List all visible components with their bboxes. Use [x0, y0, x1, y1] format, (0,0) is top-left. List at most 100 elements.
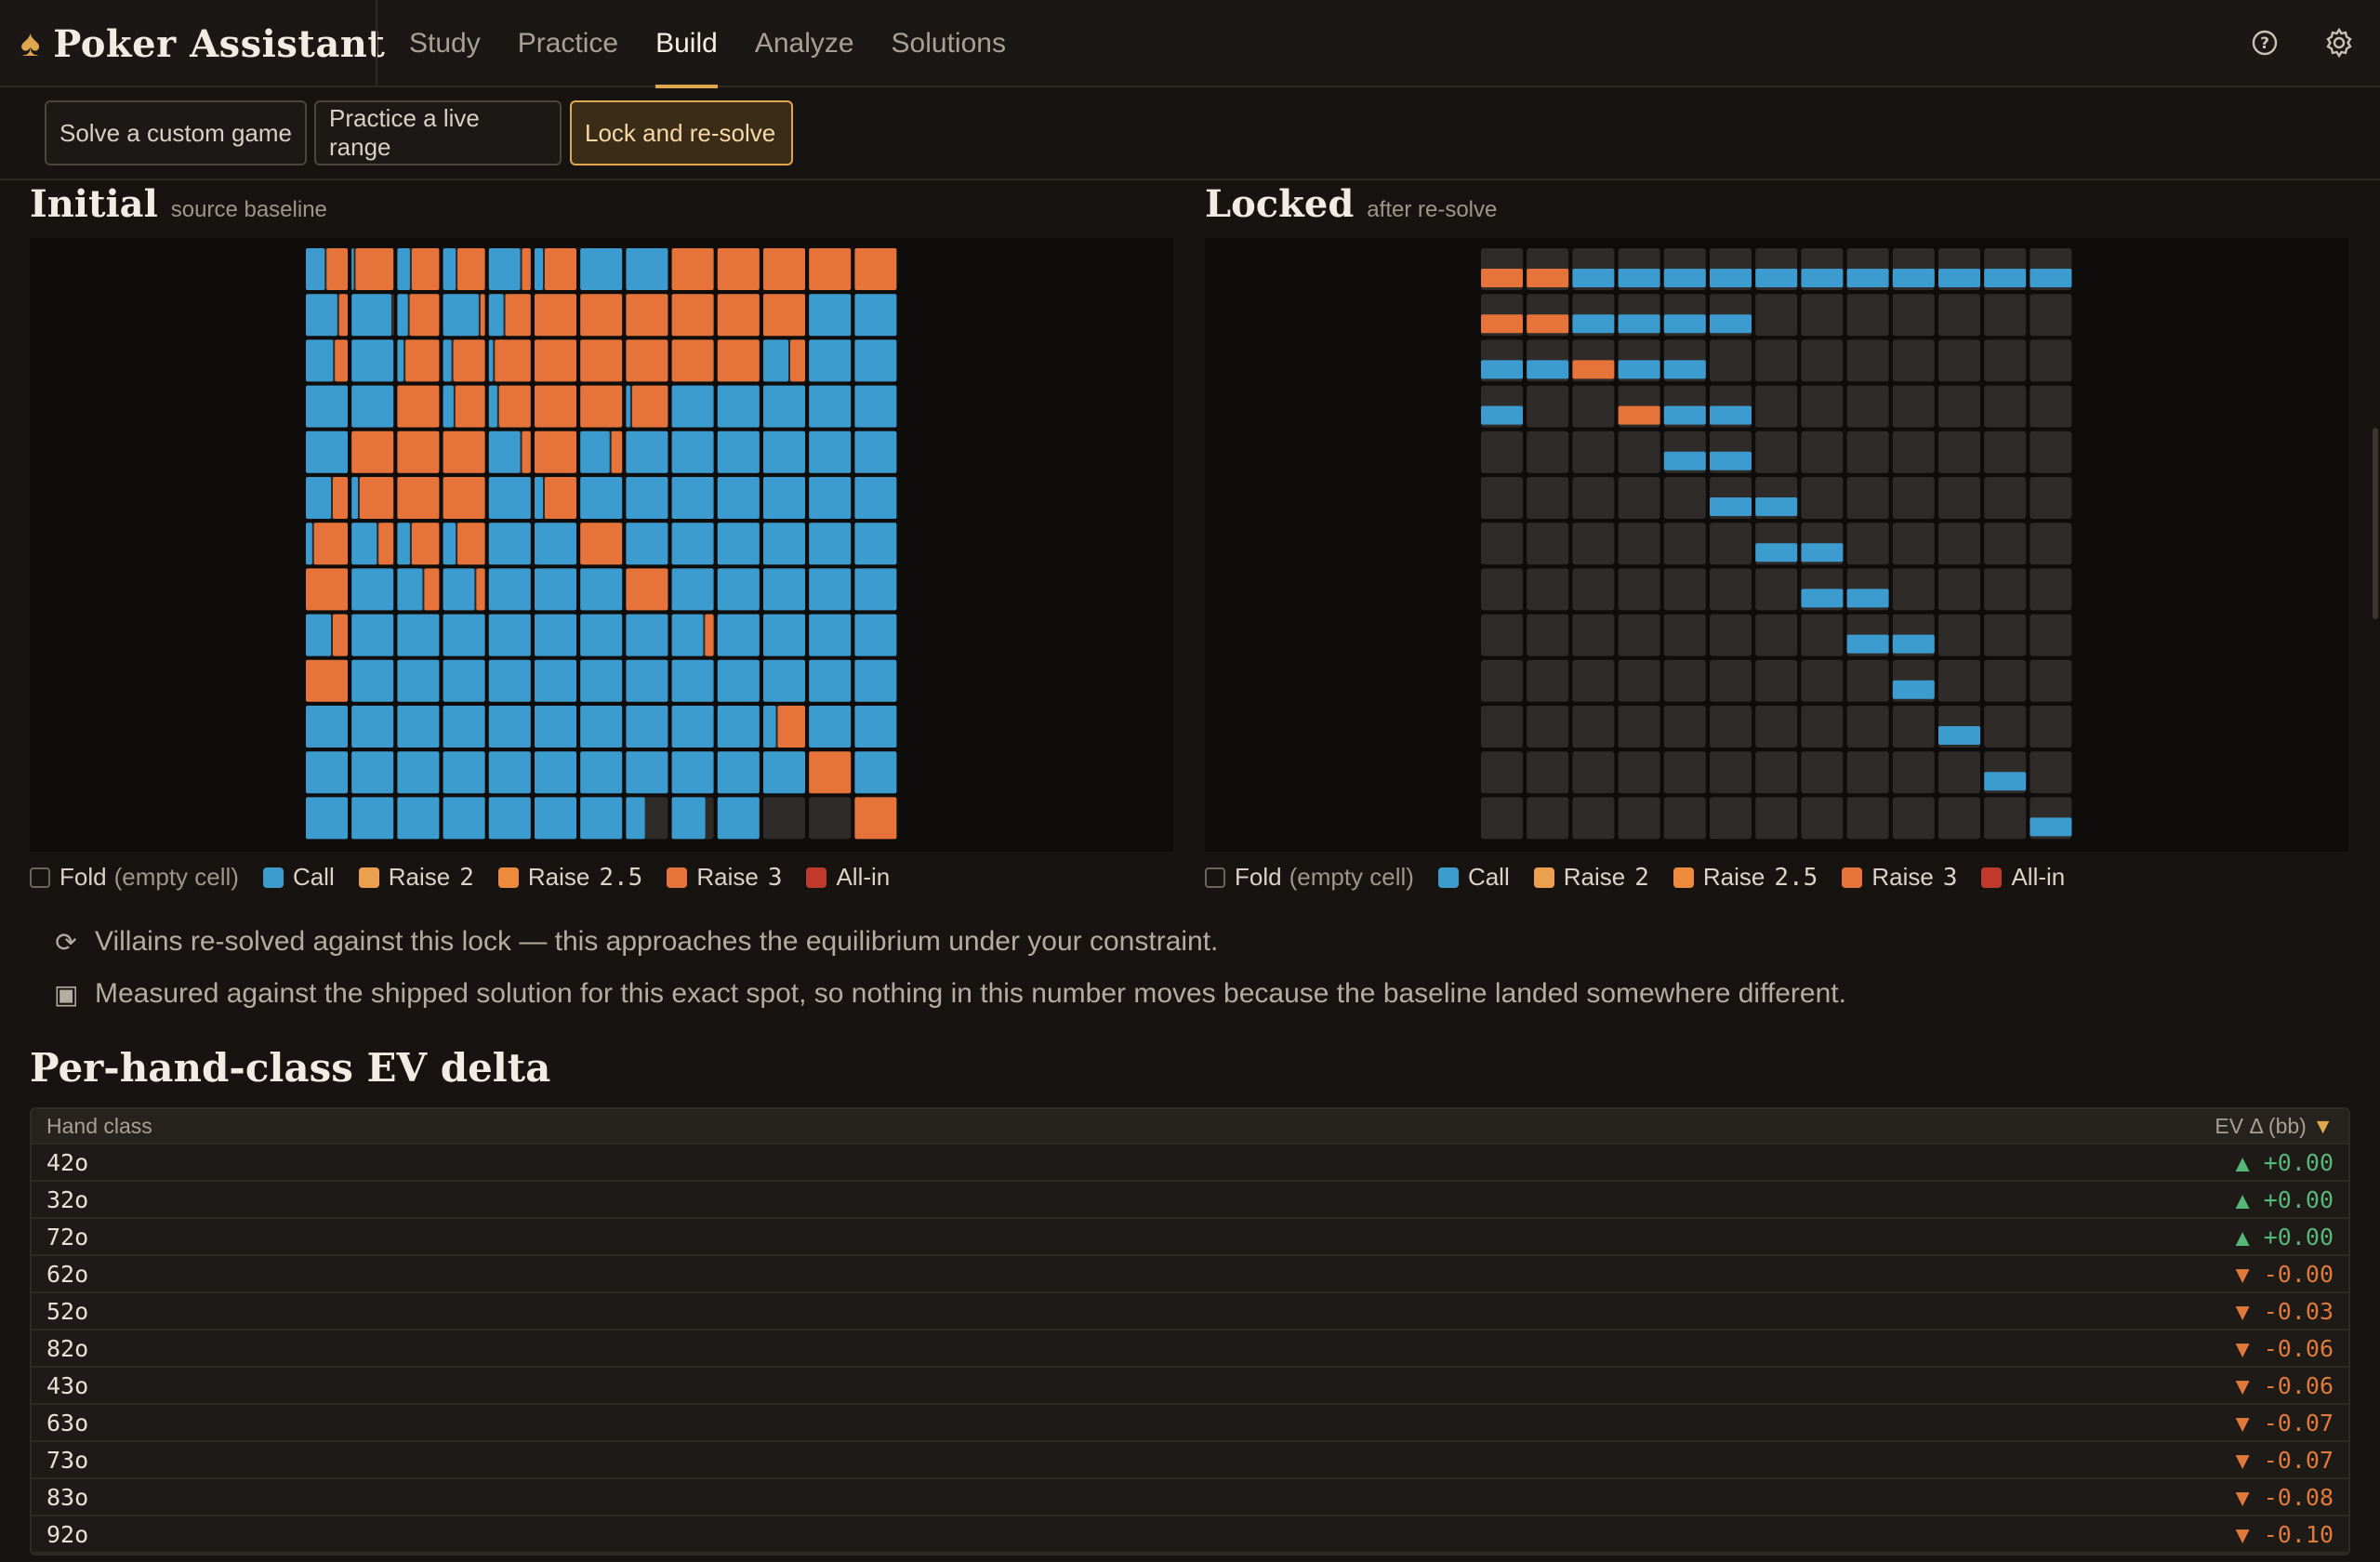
range-cell[interactable] [2030, 523, 2072, 565]
locked-legend-item[interactable]: Raise 3 [1842, 863, 1957, 892]
range-cell[interactable] [1938, 523, 1980, 565]
initial-legend-item[interactable]: Raise 3 [667, 863, 782, 892]
range-cell[interactable] [671, 385, 714, 428]
range-cell[interactable] [443, 568, 485, 611]
range-cell[interactable] [1938, 248, 1980, 290]
range-cell[interactable] [1572, 614, 1615, 656]
range-cell[interactable] [488, 523, 531, 565]
range-cell[interactable] [1663, 797, 1706, 840]
range-cell[interactable] [1618, 751, 1660, 794]
range-cell[interactable] [1527, 385, 1569, 428]
range-cell[interactable] [351, 294, 394, 337]
range-cell[interactable] [306, 568, 348, 611]
fold-checkbox[interactable] [1205, 867, 1225, 888]
range-cell[interactable] [809, 659, 852, 702]
range-cell[interactable] [1846, 706, 1889, 748]
range-cell[interactable] [1710, 430, 1752, 473]
range-cell[interactable] [1846, 294, 1889, 337]
range-cell[interactable] [1892, 477, 1935, 519]
range-cell[interactable] [763, 523, 805, 565]
range-cell[interactable] [535, 294, 576, 337]
range-cell[interactable] [2030, 294, 2072, 337]
range-cell[interactable] [1938, 385, 1980, 428]
range-cell[interactable] [717, 477, 760, 519]
range-cell[interactable] [1938, 568, 1980, 611]
range-cell[interactable] [580, 339, 623, 382]
range-cell[interactable] [1938, 751, 1980, 794]
range-cell[interactable] [535, 430, 576, 473]
range-cell[interactable] [535, 339, 576, 382]
range-cell[interactable] [535, 751, 576, 794]
range-cell[interactable] [1527, 339, 1569, 382]
locked-grid-svg[interactable] [1205, 238, 2348, 852]
range-cell[interactable] [854, 614, 897, 656]
range-cell[interactable] [397, 294, 440, 337]
range-cell[interactable] [397, 659, 440, 702]
locked-legend-item[interactable]: All-in [1981, 863, 2065, 892]
range-cell[interactable] [1755, 430, 1798, 473]
range-cell[interactable] [1801, 614, 1844, 656]
range-cell[interactable] [1481, 523, 1523, 565]
range-cell[interactable] [397, 339, 440, 382]
range-cell[interactable] [2030, 477, 2072, 519]
range-cell[interactable] [1984, 477, 2027, 519]
table-row[interactable]: 83o ▼ -0.08 [32, 1479, 2348, 1516]
range-cell[interactable] [763, 248, 805, 290]
range-cell[interactable] [717, 797, 760, 840]
range-cell[interactable] [1481, 477, 1523, 519]
lock-and-resolve-button[interactable]: Lock and re-solve [570, 100, 793, 165]
range-cell[interactable] [1710, 339, 1752, 382]
range-cell[interactable] [626, 568, 668, 611]
range-cell[interactable] [671, 339, 714, 382]
range-cell[interactable] [1527, 294, 1569, 337]
range-cell[interactable] [488, 751, 531, 794]
range-cell[interactable] [1527, 568, 1569, 611]
table-row[interactable]: 73o ▼ -0.07 [32, 1442, 2348, 1479]
locked-legend-item[interactable]: Call [1437, 863, 1510, 892]
range-cell[interactable] [1527, 706, 1569, 748]
range-cell[interactable] [1572, 568, 1615, 611]
range-cell[interactable] [580, 751, 623, 794]
range-cell[interactable] [1481, 248, 1523, 290]
range-cell[interactable] [854, 339, 897, 382]
range-cell[interactable] [580, 568, 623, 611]
range-cell[interactable] [351, 614, 394, 656]
range-cell[interactable] [809, 797, 852, 840]
range-cell[interactable] [1572, 248, 1615, 290]
range-cell[interactable] [671, 659, 714, 702]
range-cell[interactable] [717, 248, 760, 290]
range-cell[interactable] [626, 385, 668, 428]
range-cell[interactable] [443, 797, 485, 840]
range-cell[interactable] [1892, 751, 1935, 794]
range-cell[interactable] [1527, 614, 1569, 656]
range-cell[interactable] [1755, 294, 1798, 337]
range-cell[interactable] [580, 385, 623, 428]
range-cell[interactable] [717, 523, 760, 565]
range-cell[interactable] [763, 614, 805, 656]
range-cell[interactable] [2030, 751, 2072, 794]
range-cell[interactable] [1710, 751, 1752, 794]
range-cell[interactable] [351, 477, 394, 519]
range-cell[interactable] [763, 430, 805, 473]
range-cell[interactable] [2030, 614, 2072, 656]
range-cell[interactable] [717, 751, 760, 794]
range-cell[interactable] [1481, 659, 1523, 702]
range-cell[interactable] [535, 614, 576, 656]
range-cell[interactable] [1710, 523, 1752, 565]
initial-legend-item[interactable]: Call [262, 863, 335, 892]
range-cell[interactable] [671, 751, 714, 794]
range-cell[interactable] [1984, 294, 2027, 337]
range-cell[interactable] [306, 339, 348, 382]
range-cell[interactable] [535, 523, 576, 565]
range-cell[interactable] [488, 477, 531, 519]
tab-solutions[interactable]: Solutions [892, 0, 1006, 87]
range-cell[interactable] [809, 614, 852, 656]
range-cell[interactable] [1892, 659, 1935, 702]
range-cell[interactable] [306, 430, 348, 473]
table-row[interactable]: 32o ▲ +0.00 [32, 1182, 2348, 1219]
range-cell[interactable] [306, 659, 348, 702]
range-cell[interactable] [443, 385, 485, 428]
range-cell[interactable] [1755, 659, 1798, 702]
range-cell[interactable] [1846, 659, 1889, 702]
range-cell[interactable] [671, 568, 714, 611]
